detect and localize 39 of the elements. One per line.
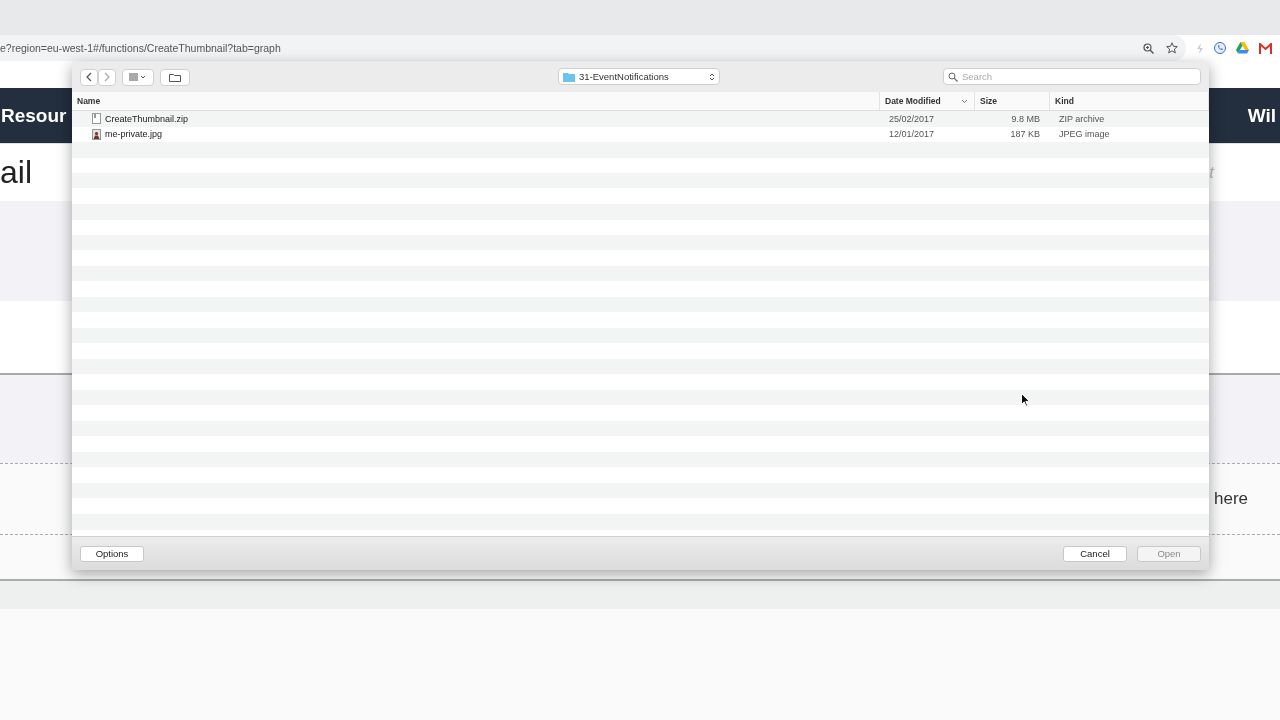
file-name[interactable]: me-private.jpg [105,129,163,140]
back-button[interactable] [80,68,98,86]
mouse-pointer-icon [1021,393,1030,407]
date-cell-text: 12/01/2017 [888,129,936,140]
url-text: e?region=eu-west-1#/functions/CreateThumbnail?tab=graph [0,42,282,54]
nav-title: Resour [0,104,68,127]
size-cell-text: 9.8 MB [1010,113,1041,124]
folder-icon [169,72,181,82]
options-button[interactable]: Options [80,545,144,562]
star-icon[interactable] [1166,42,1178,54]
column-header[interactable]: Date Modified [880,92,975,110]
kind-cell-text: JPEG image [1058,129,1111,140]
phone-icon[interactable] [1214,42,1226,54]
column-header[interactable]: Name [72,92,880,110]
chevron-right-icon [103,72,111,82]
image-file-icon [92,128,101,140]
list-view-icon [129,73,147,81]
new-folder-button[interactable] [160,68,190,86]
zoom-icon[interactable] [1143,42,1154,54]
stepper-icon [709,71,715,82]
kind-cell-text: ZIP archive [1058,113,1106,124]
mail-icon[interactable] [1259,42,1272,54]
drive-icon[interactable] [1236,42,1249,54]
folder-icon [563,71,575,82]
page-heading: ail [0,154,32,191]
search-icon [948,71,958,82]
user-menu[interactable]: Wil [1246,104,1280,127]
column-header[interactable]: Kind [1050,92,1209,110]
date-cell-text: 25/02/2017 [888,113,936,124]
zipper-file-icon [92,113,101,125]
location-dropdown[interactable]: 31-EventNotifications [558,68,720,85]
search-field[interactable]: Search [943,68,1201,85]
dialog-button[interactable]: Cancel [1063,545,1127,562]
size-cell-text: 187 KB [1009,129,1041,140]
chevron-left-icon [85,72,93,82]
file-name[interactable]: CreateThumbnail.zip [105,113,189,124]
address-bar[interactable]: e?region=eu-west-1#/functions/CreateThumbnail?tab=graph [0,35,1186,61]
column-header[interactable]: Size [975,92,1050,110]
drop-text: here [1213,489,1249,509]
